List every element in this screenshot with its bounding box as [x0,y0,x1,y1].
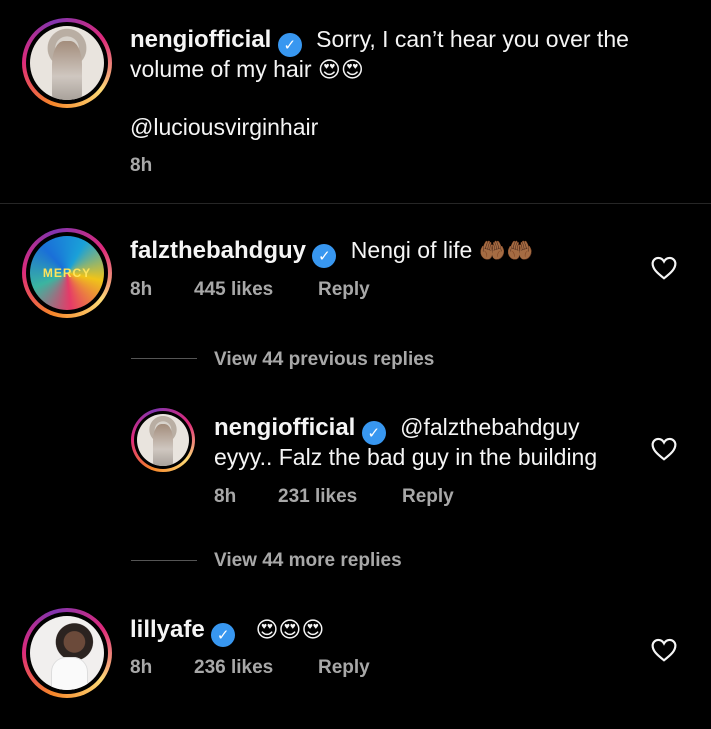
caption-line-2: volume of my hair 😍😍 [130,56,364,83]
view-previous-replies[interactable]: View 44 previous replies [214,349,434,371]
heart-eyes-emoji: 😍😍😍 [255,618,325,643]
like-count[interactable]: 445 likes [194,279,273,301]
caption-text-2: volume of my hair [130,56,312,82]
caption-line-1: nengiofficial ✓ Sorry, I can’t hear you … [130,26,629,57]
avatar[interactable] [131,408,195,472]
username[interactable]: falzthebahdguy [130,237,306,264]
replies-divider [131,358,197,359]
avatar[interactable] [22,608,112,698]
comment-line: lillyafe ✓ 😍😍😍 [130,616,324,647]
heart-outline-icon[interactable] [651,437,677,461]
username[interactable]: lillyafe [130,616,205,643]
profile-photo [30,616,104,690]
reply-line-1: nengiofficial ✓ @falzthebahdguy [214,414,580,445]
heart-outline-icon[interactable] [651,638,677,662]
reply-button[interactable]: Reply [402,486,454,508]
reply-mention[interactable]: @falzthebahdguy [400,414,579,440]
reply-time: 8h [214,486,237,507]
verified-badge-icon: ✓ [277,33,302,57]
divider [0,203,711,204]
view-more-replies[interactable]: View 44 more replies [214,550,402,572]
comment-line: falzthebahdguy ✓ Nengi of life 🤲🏾🤲🏾 [130,237,533,268]
verified-badge-icon: ✓ [361,421,386,445]
username[interactable]: nengiofficial [214,414,355,441]
like-count[interactable]: 236 likes [194,657,273,679]
replies-divider [131,560,197,561]
reply-text: eyyy.. Falz the bad guy in the building [214,444,598,470]
comment-time: 8h [130,657,153,678]
profile-photo [30,236,104,310]
caption-text: Sorry, I can’t hear you over the [316,26,629,52]
comment-text: Nengi of life [350,237,473,263]
avatar[interactable] [22,18,112,108]
heart-eyes-emoji: 😍😍 [317,58,364,83]
reply-button[interactable]: Reply [318,657,370,679]
caption-mention[interactable]: @luciousvirginhair [130,114,318,141]
comment-time: 8h [130,279,153,300]
avatar[interactable] [22,228,112,318]
verified-badge-icon: ✓ [312,244,337,268]
profile-photo [30,26,104,100]
like-count[interactable]: 231 likes [278,486,357,508]
caption-time: 8h [130,155,153,176]
username[interactable]: nengiofficial [130,26,271,53]
heart-outline-icon[interactable] [651,256,677,280]
hands-emoji: 🤲🏾🤲🏾 [478,239,534,264]
reply-button[interactable]: Reply [318,279,370,301]
verified-badge-icon: ✓ [211,623,236,647]
profile-photo [137,414,189,466]
